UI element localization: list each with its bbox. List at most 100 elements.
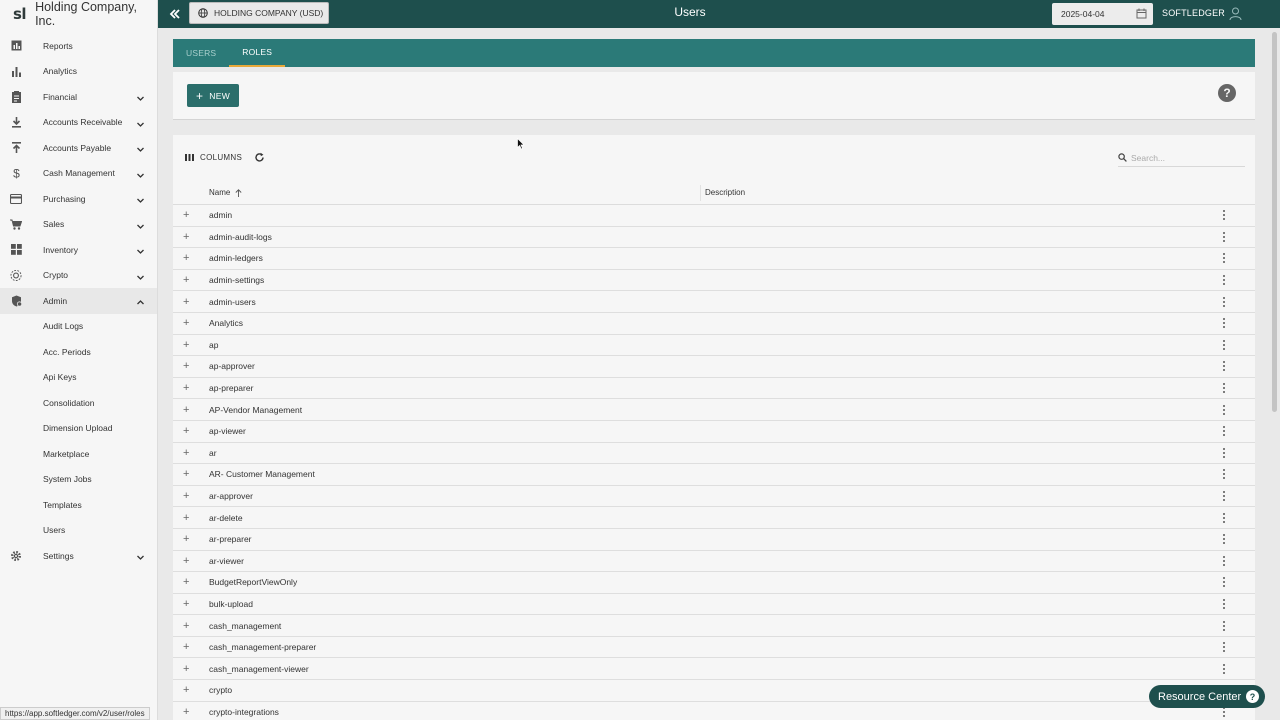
table-row[interactable]: + AR- Customer Management <box>173 464 1255 486</box>
expand-row-icon[interactable]: + <box>183 317 193 329</box>
expand-row-icon[interactable]: + <box>183 231 193 243</box>
sidebar-item-crypto[interactable]: Crypto <box>0 263 157 289</box>
chevron-down-icon[interactable] <box>136 245 145 255</box>
table-row[interactable]: + admin-ledgers <box>173 248 1255 270</box>
table-row[interactable]: + crypto-integrations <box>173 702 1255 720</box>
search-input[interactable] <box>1131 152 1231 163</box>
date-picker[interactable]: 2025-04-04 <box>1052 3 1153 25</box>
row-menu-icon[interactable] <box>1221 620 1227 632</box>
column-header-description[interactable]: Description <box>705 188 745 197</box>
row-menu-icon[interactable] <box>1221 404 1227 416</box>
chevron-down-icon[interactable] <box>136 194 145 204</box>
sidebar-item-inventory[interactable]: Inventory <box>0 237 157 263</box>
expand-row-icon[interactable]: + <box>183 598 193 610</box>
refresh-icon[interactable] <box>254 152 265 163</box>
row-menu-icon[interactable] <box>1221 490 1227 502</box>
table-row[interactable]: + BudgetReportViewOnly <box>173 572 1255 594</box>
page-scrollbar[interactable] <box>1272 32 1277 412</box>
row-menu-icon[interactable] <box>1221 360 1227 372</box>
tab-roles[interactable]: ROLES <box>229 39 286 67</box>
resource-center-button[interactable]: Resource Center ? <box>1149 685 1265 708</box>
row-menu-icon[interactable] <box>1221 468 1227 480</box>
columns-button[interactable]: COLUMNS <box>185 153 242 162</box>
calendar-icon[interactable] <box>1136 8 1147 19</box>
chevron-down-icon[interactable] <box>136 220 145 229</box>
table-row[interactable]: + admin-settings <box>173 270 1255 292</box>
sidebar-subitem-api-keys[interactable]: Api Keys <box>0 365 157 391</box>
user-name[interactable]: SOFTLEDGER <box>1162 8 1225 18</box>
row-menu-icon[interactable] <box>1221 533 1227 545</box>
sort-ascending-icon[interactable] <box>235 188 242 197</box>
table-row[interactable]: + ap-preparer <box>173 378 1255 400</box>
row-menu-icon[interactable] <box>1221 339 1227 351</box>
table-row[interactable]: + cash_management-preparer <box>173 637 1255 659</box>
expand-row-icon[interactable]: + <box>183 425 193 437</box>
sidebar-subitem-audit-logs[interactable]: Audit Logs <box>0 314 157 340</box>
table-row[interactable]: + ap <box>173 335 1255 357</box>
row-menu-icon[interactable] <box>1221 296 1227 308</box>
table-row[interactable]: + admin-audit-logs <box>173 227 1255 249</box>
row-menu-icon[interactable] <box>1221 317 1227 329</box>
expand-row-icon[interactable]: + <box>183 512 193 524</box>
chevron-down-icon[interactable] <box>136 118 145 127</box>
table-row[interactable]: + ar <box>173 443 1255 465</box>
expand-row-icon[interactable]: + <box>183 296 193 308</box>
chevron-down-icon[interactable] <box>136 92 145 102</box>
chevron-down-icon[interactable] <box>136 143 145 153</box>
table-row[interactable]: + AP-Vendor Management <box>173 399 1255 421</box>
row-menu-icon[interactable] <box>1221 663 1227 675</box>
row-menu-icon[interactable] <box>1221 641 1227 653</box>
expand-row-icon[interactable]: + <box>183 684 193 696</box>
sidebar-item-sales[interactable]: Sales <box>0 212 157 238</box>
sidebar-item-admin[interactable]: Admin <box>0 288 157 314</box>
row-menu-icon[interactable] <box>1221 512 1227 524</box>
expand-row-icon[interactable]: + <box>183 339 193 351</box>
table-row[interactable]: + admin <box>173 205 1255 227</box>
expand-row-icon[interactable]: + <box>183 468 193 480</box>
user-account-icon[interactable] <box>1228 6 1243 21</box>
brand[interactable]: sl Holding Company, Inc. <box>0 0 157 28</box>
expand-row-icon[interactable]: + <box>183 620 193 632</box>
row-menu-icon[interactable] <box>1221 598 1227 610</box>
table-row[interactable]: + Analytics <box>173 313 1255 335</box>
expand-row-icon[interactable]: + <box>183 382 193 394</box>
expand-row-icon[interactable]: + <box>183 360 193 372</box>
column-header-name[interactable]: Name <box>209 188 242 197</box>
sidebar-subitem-system-jobs[interactable]: System Jobs <box>0 467 157 493</box>
expand-row-icon[interactable]: + <box>183 490 193 502</box>
column-separator[interactable] <box>700 185 701 201</box>
table-row[interactable]: + cash_management <box>173 615 1255 637</box>
sidebar-subitem-marketplace[interactable]: Marketplace <box>0 441 157 467</box>
new-role-button[interactable]: + NEW <box>187 84 239 107</box>
row-menu-icon[interactable] <box>1221 425 1227 437</box>
expand-row-icon[interactable]: + <box>183 274 193 286</box>
sidebar-subitem-users[interactable]: Users <box>0 518 157 544</box>
expand-row-icon[interactable]: + <box>183 252 193 264</box>
row-menu-icon[interactable] <box>1221 382 1227 394</box>
sidebar-item-financial[interactable]: Financial <box>0 84 157 110</box>
table-row[interactable]: + ar-delete <box>173 507 1255 529</box>
table-row[interactable]: + ap-viewer <box>173 421 1255 443</box>
expand-row-icon[interactable]: + <box>183 663 193 675</box>
sidebar-item-reports[interactable]: Reports <box>0 33 157 59</box>
row-menu-icon[interactable] <box>1221 447 1227 459</box>
table-row[interactable]: + admin-users <box>173 291 1255 313</box>
expand-row-icon[interactable]: + <box>183 576 193 588</box>
sidebar-subitem-acc-periods[interactable]: Acc. Periods <box>0 339 157 365</box>
expand-row-icon[interactable]: + <box>183 447 193 459</box>
table-row[interactable]: + cash_management-viewer <box>173 658 1255 681</box>
tab-users[interactable]: USERS <box>173 39 229 67</box>
table-row[interactable]: + ar-viewer <box>173 551 1255 573</box>
row-menu-icon[interactable] <box>1221 274 1227 286</box>
row-menu-icon[interactable] <box>1221 252 1227 264</box>
table-row[interactable]: + ap-approver <box>173 356 1255 378</box>
row-menu-icon[interactable] <box>1221 555 1227 567</box>
expand-row-icon[interactable]: + <box>183 706 193 718</box>
sidebar-item-purchasing[interactable]: Purchasing <box>0 186 157 212</box>
sidebar-subitem-templates[interactable]: Templates <box>0 492 157 518</box>
expand-row-icon[interactable]: + <box>183 641 193 653</box>
chevron-down-icon[interactable] <box>136 169 145 178</box>
chevron-down-icon[interactable] <box>136 271 145 280</box>
expand-row-icon[interactable]: + <box>183 404 193 416</box>
table-row[interactable]: + ar-approver <box>173 486 1255 508</box>
